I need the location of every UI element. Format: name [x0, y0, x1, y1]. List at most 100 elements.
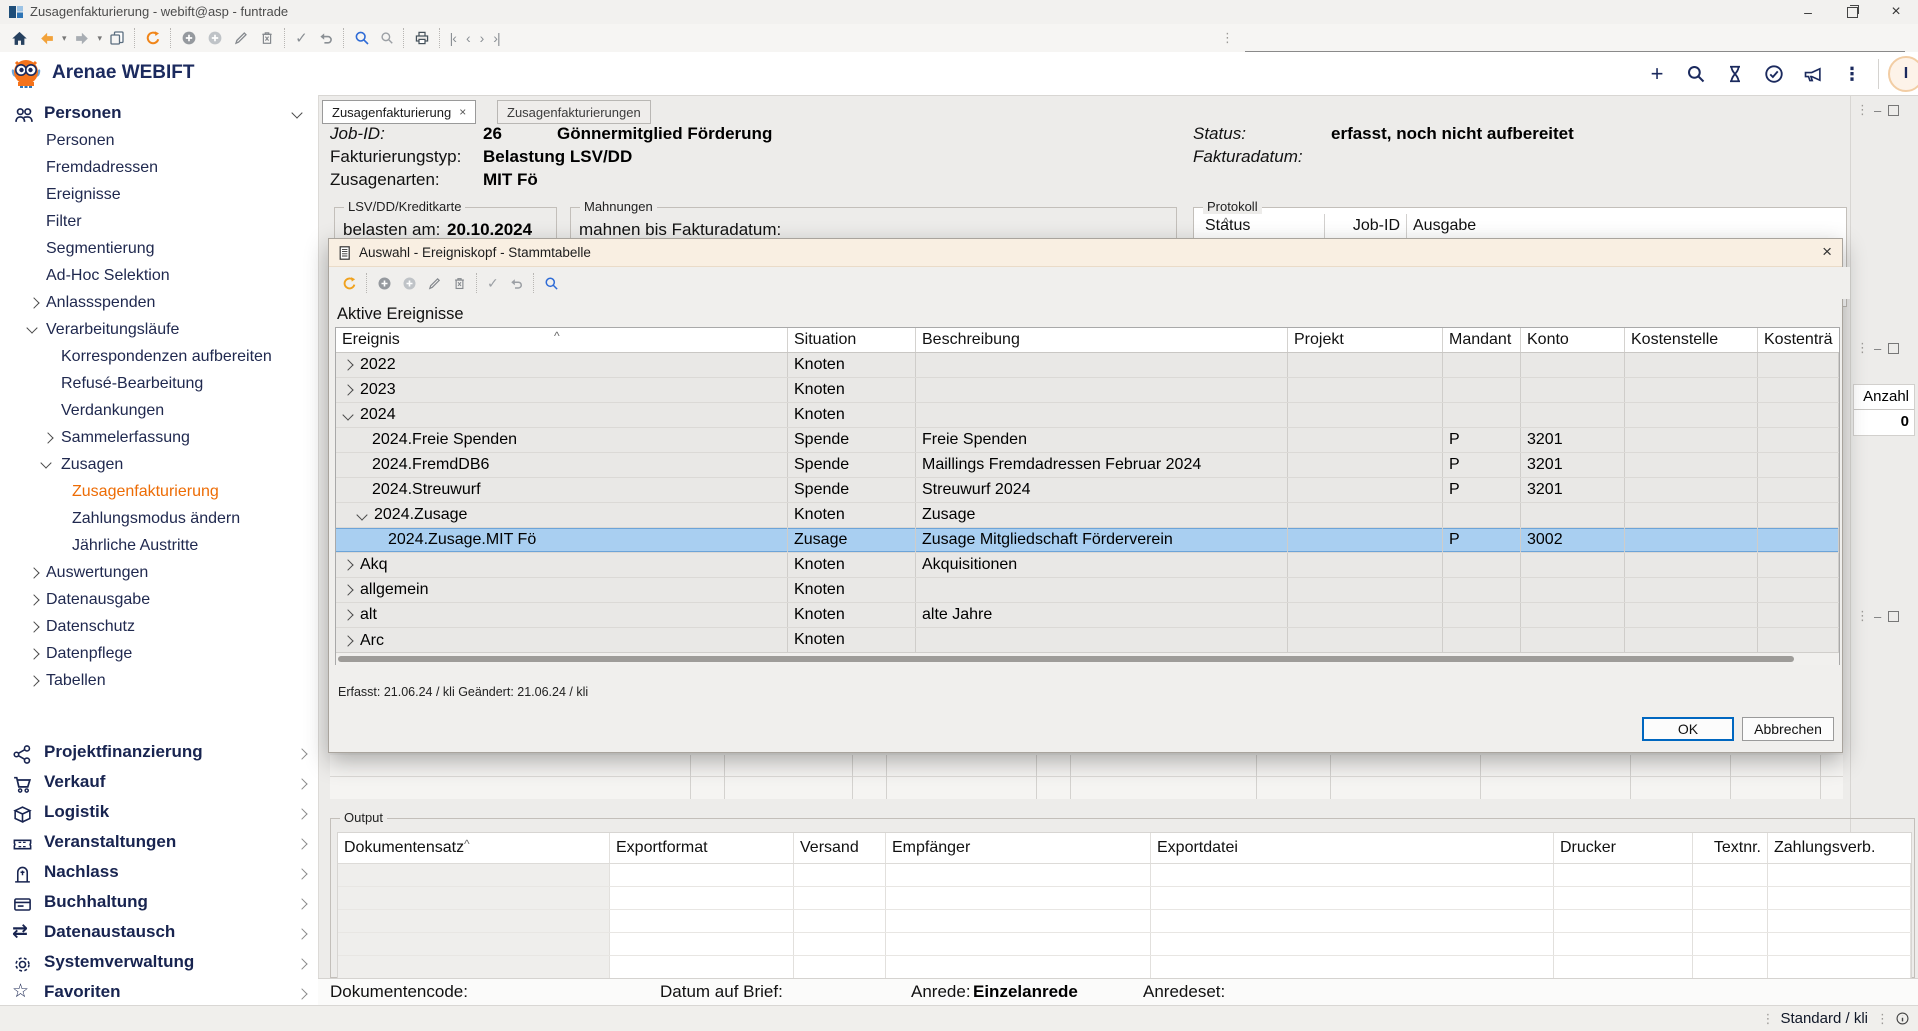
nav-prev-icon[interactable]: ‹ — [461, 24, 475, 52]
tab-zusagenfakturierung[interactable]: Zusagenfakturierung × — [322, 100, 476, 124]
sidebar-item-datenausgabe[interactable]: Datenausgabe — [0, 586, 318, 613]
column-header[interactable]: Beschreibung — [916, 328, 1288, 352]
tab-close-icon[interactable]: × — [459, 105, 466, 119]
anzahl-column-header[interactable]: Anzahl — [1854, 385, 1914, 410]
sidebar-item-jaehrliche-austritte[interactable]: Jährliche Austritte — [0, 532, 318, 559]
column-header[interactable]: Textnr. — [1693, 833, 1768, 863]
chevron-down-icon[interactable] — [342, 409, 353, 420]
column-header[interactable]: Status — [1199, 214, 1325, 238]
column-header[interactable]: Kostenträ — [1758, 328, 1839, 352]
panel-controls[interactable]: ⋮– — [1856, 102, 1899, 118]
column-header[interactable]: Konto — [1521, 328, 1625, 352]
sidebar-item-ereignisse[interactable]: Ereignisse — [0, 181, 318, 208]
edit-pencil-icon[interactable] — [228, 24, 254, 52]
sidebar-item-fremdadressen[interactable]: Fremdadressen — [0, 154, 318, 181]
sidebar-item-tabellen[interactable]: Tabellen — [0, 667, 318, 694]
column-header[interactable]: Empfänger — [886, 833, 1151, 863]
minimize-button[interactable]: – — [1786, 0, 1830, 24]
panel-controls[interactable]: ⋮– — [1856, 340, 1899, 356]
sidebar-item-verarbeitungslaeufe[interactable]: Verarbeitungsläufe — [0, 316, 318, 343]
forward-history-caret-icon[interactable]: ▾ — [96, 24, 105, 52]
sidebar-item-anlassspenden[interactable]: Anlassspenden — [0, 289, 318, 316]
column-header[interactable]: Zahlungsverb. — [1768, 833, 1911, 863]
column-header[interactable]: Drucker — [1554, 833, 1693, 863]
back-icon[interactable] — [33, 24, 60, 52]
add-icon[interactable] — [176, 24, 202, 52]
horizontal-scrollbar[interactable] — [336, 652, 1839, 665]
sidebar-module-projektfinanzierung[interactable]: Projektfinanzierung — [0, 740, 318, 768]
sidebar-item-segmentierung[interactable]: Segmentierung — [0, 235, 318, 262]
check-circle-icon[interactable] — [1757, 57, 1791, 91]
sidebar-item-adhoc-selektion[interactable]: Ad-Hoc Selektion — [0, 262, 318, 289]
chevron-right-icon[interactable] — [342, 559, 353, 570]
tab-zusagenfakturierungen[interactable]: Zusagenfakturierungen — [497, 100, 651, 124]
column-header[interactable]: Situation — [788, 328, 916, 352]
sidebar-item-personen[interactable]: Personen — [0, 127, 318, 154]
confirm-check-icon[interactable]: ✓ — [482, 269, 504, 297]
chevron-right-icon[interactable] — [342, 609, 353, 620]
chevron-down-icon[interactable] — [356, 509, 367, 520]
table-row[interactable]: 2022 Knoten — [336, 353, 1839, 378]
sidebar-module-favoriten[interactable]: ☆Favoriten — [0, 980, 318, 1008]
sidebar-module-veranstaltungen[interactable]: Veranstaltungen — [0, 830, 318, 858]
table-row[interactable]: 2024 Knoten — [336, 403, 1839, 428]
close-button[interactable]: × — [1874, 0, 1918, 24]
chevron-right-icon[interactable] — [342, 635, 353, 646]
global-search-icon[interactable] — [1679, 57, 1713, 91]
sidebar-module-systemverwaltung[interactable]: Systemverwaltung — [0, 950, 318, 978]
search-icon[interactable] — [539, 269, 564, 297]
delete-trash-icon[interactable] — [254, 24, 280, 52]
table-row[interactable]: 2023 Knoten — [336, 378, 1839, 403]
sidebar-item-zusagen[interactable]: Zusagen — [0, 451, 318, 478]
undo-icon[interactable] — [504, 269, 529, 297]
user-avatar[interactable]: I — [1888, 56, 1918, 92]
sidebar-item-zusagenfakturierung[interactable]: Zusagenfakturierung — [0, 478, 318, 505]
undo-icon[interactable] — [313, 24, 339, 52]
sidebar-module-datenaustausch[interactable]: ⇄Datenaustausch — [0, 920, 318, 948]
table-row[interactable]: Arc Knoten — [336, 628, 1839, 653]
confirm-check-icon[interactable]: ✓ — [290, 24, 313, 52]
chevron-right-icon[interactable] — [342, 584, 353, 595]
column-header[interactable]: Exportformat — [610, 833, 794, 863]
new-plus-icon[interactable]: + — [1640, 57, 1674, 91]
table-row[interactable]: 2024.FremdDB6 SpendeMaillings Fremdadres… — [336, 453, 1839, 478]
column-header[interactable]: Job-ID — [1325, 214, 1407, 238]
new-window-icon[interactable] — [104, 24, 130, 52]
chevron-right-icon[interactable] — [342, 384, 353, 395]
scrollbar-thumb[interactable] — [338, 656, 1794, 662]
column-header[interactable]: Mandant — [1443, 328, 1521, 352]
sidebar-item-korrespondenzen[interactable]: Korrespondenzen aufbereiten — [0, 343, 318, 370]
add-copy-icon[interactable] — [397, 269, 422, 297]
dialog-close-icon[interactable]: × — [1822, 242, 1832, 262]
table-row-selected[interactable]: 2024.Zusage.MIT Fö ZusageZusage Mitglied… — [336, 528, 1839, 553]
refresh-icon[interactable] — [337, 269, 362, 297]
column-header[interactable]: Projekt — [1288, 328, 1443, 352]
sidebar-module-buchhaltung[interactable]: Buchhaltung — [0, 890, 318, 918]
table-row[interactable]: 2024.Zusage KnotenZusage — [336, 503, 1839, 528]
add-icon[interactable] — [372, 269, 397, 297]
add-copy-icon[interactable] — [202, 24, 228, 52]
table-row[interactable]: Akq KnotenAkquisitionen — [336, 553, 1839, 578]
sidebar-module-nachlass[interactable]: Nachlass — [0, 860, 318, 888]
sidebar-module-logistik[interactable]: Logistik — [0, 800, 318, 828]
megaphone-icon[interactable] — [1796, 57, 1830, 91]
forward-icon[interactable] — [69, 24, 96, 52]
column-header[interactable]: Dokumentensatz — [338, 833, 610, 863]
nav-first-icon[interactable]: |‹ — [445, 24, 461, 52]
sidebar-item-datenschutz[interactable]: Datenschutz — [0, 613, 318, 640]
edit-pencil-icon[interactable] — [422, 269, 447, 297]
column-header[interactable]: Ereignis — [336, 328, 788, 352]
column-header[interactable]: Ausgabe — [1407, 214, 1841, 238]
sidebar-module-verkauf[interactable]: Verkauf — [0, 770, 318, 798]
sidebar-item-sammelerfassung[interactable]: Sammelerfassung — [0, 424, 318, 451]
sidebar-item-filter[interactable]: Filter — [0, 208, 318, 235]
sidebar-item-zahlungsmodus[interactable]: Zahlungsmodus ändern — [0, 505, 318, 532]
restore-button[interactable] — [1830, 0, 1874, 24]
delete-trash-icon[interactable] — [447, 269, 472, 297]
search-icon[interactable] — [349, 24, 375, 52]
sidebar-item-verdankungen[interactable]: Verdankungen — [0, 397, 318, 424]
column-header[interactable]: Kostenstelle — [1625, 328, 1758, 352]
info-icon[interactable] — [1895, 1011, 1910, 1026]
panel-controls[interactable]: ⋮– — [1856, 608, 1899, 624]
refresh-icon[interactable] — [140, 24, 166, 52]
